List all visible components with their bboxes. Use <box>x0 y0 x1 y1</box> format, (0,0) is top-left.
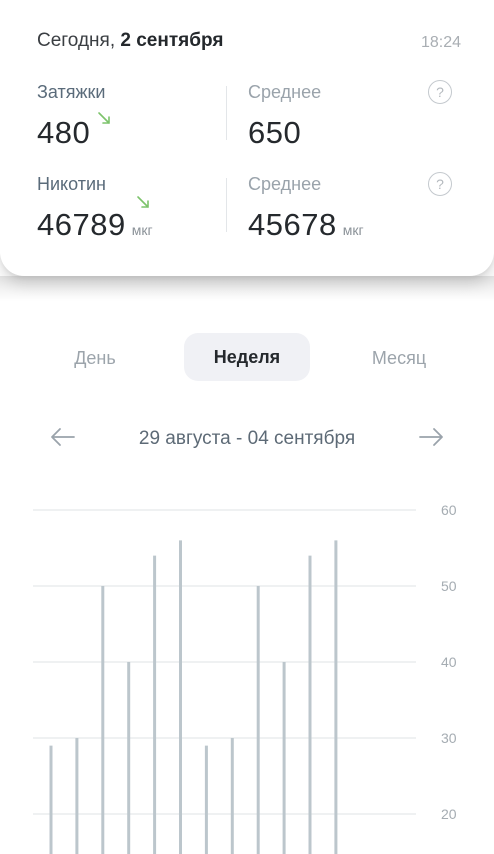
divider <box>226 86 227 140</box>
tab-month[interactable]: Месяц <box>340 348 458 369</box>
puffs-label: Затяжки <box>37 82 106 102</box>
date-range-label: 29 августа - 04 сентября <box>138 428 356 449</box>
puffs-value: 480 <box>37 115 91 150</box>
header-time: 18:24 <box>420 34 461 51</box>
nicotine-avg-unit: мкг <box>342 222 364 238</box>
nicotine-label: Никотин <box>37 174 106 194</box>
arrow-left-icon[interactable] <box>48 426 76 448</box>
puffs-avg-value: 650 <box>248 115 302 150</box>
help-icon[interactable]: ? <box>428 172 452 196</box>
trend-down-icon <box>137 196 149 208</box>
puffs-avg-label: Среднее <box>248 82 322 102</box>
y-tick-label: 20 <box>441 806 457 822</box>
divider <box>226 178 227 232</box>
y-tick-label: 50 <box>441 578 457 594</box>
y-tick-label: 60 <box>441 502 457 518</box>
y-tick-label: 30 <box>441 730 457 746</box>
summary-card: Сегодня, 2 сентября 18:24 Затяжки 480 Ср… <box>0 0 494 276</box>
nicotine-value: 46789 мкг <box>37 207 153 242</box>
usage-bar-chart: 60 50 40 30 20 <box>33 502 457 854</box>
tab-week[interactable]: Неделя <box>184 347 310 368</box>
arrow-right-icon[interactable] <box>418 426 446 448</box>
header-date: Сегодня, 2 сентября <box>37 30 224 51</box>
nicotine-avg-value: 45678 мкг <box>248 207 364 242</box>
help-icon[interactable]: ? <box>428 80 452 104</box>
y-tick-label: 40 <box>441 654 457 670</box>
nicotine-unit: мкг <box>131 222 153 238</box>
nicotine-avg-label: Среднее <box>248 174 322 194</box>
card-shadow <box>0 276 494 312</box>
trend-down-icon <box>98 112 110 124</box>
tab-day[interactable]: День <box>40 348 150 369</box>
